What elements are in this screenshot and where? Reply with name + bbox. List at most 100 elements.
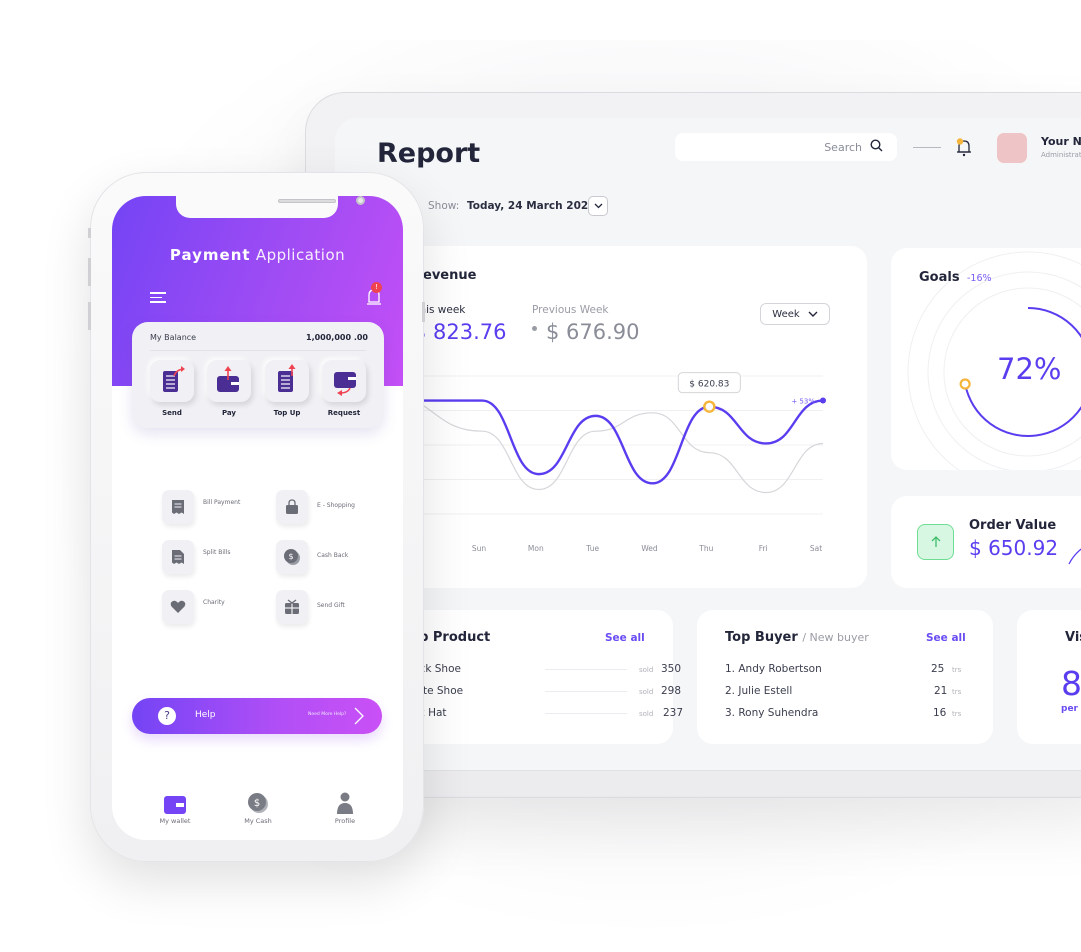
e-shopping-tile	[276, 490, 308, 524]
date-filter-dropdown[interactable]	[588, 196, 608, 216]
x-tick-label: Thu	[698, 544, 713, 553]
order-value-amount: $ 650.92	[969, 536, 1059, 560]
tab-my-wallet-label: My wallet	[159, 817, 191, 825]
bill-payment-tile	[162, 490, 194, 524]
arrow-up-icon	[917, 524, 954, 560]
send-label: Send	[162, 409, 182, 417]
request-label: Request	[327, 409, 361, 417]
visitors-value: 8	[1061, 664, 1081, 703]
svg-text:$: $	[288, 552, 293, 561]
buyer-unit: trs	[952, 666, 962, 674]
x-tick-label: Wed	[641, 544, 658, 553]
buyer-count: 21	[934, 685, 948, 697]
chevron-down-icon	[594, 203, 602, 209]
top-up-icon	[278, 364, 296, 392]
help-more-text: Need More Help?	[308, 712, 347, 717]
heart-icon	[170, 600, 186, 613]
user-name: Your Name	[1041, 135, 1081, 148]
tab-my-wallet[interactable]: My wallet	[145, 792, 205, 825]
charity-tile	[162, 590, 194, 624]
search-icon[interactable]	[870, 139, 883, 155]
split-bills-button[interactable]: Split Bills	[162, 540, 282, 576]
buyer-name: 3. Rony Suhendra	[725, 707, 819, 719]
app-title: Payment Application	[112, 246, 403, 264]
tooltip-label: $ 620.83	[689, 380, 729, 390]
dashboard-screen: Report Search Your Name Administrator Sh…	[335, 118, 1081, 770]
revenue-line-chart: + 53% $ 620.83 Sun Mon Tue Wed Thu Fri Sat	[384, 372, 826, 553]
previous-week-legend-dot	[532, 326, 537, 331]
highlight-point	[703, 400, 716, 413]
request-button[interactable]: Request	[322, 360, 366, 417]
send-gift-label: Send Gift	[317, 602, 345, 609]
top-up-button[interactable]: Top Up	[265, 360, 309, 417]
pay-button[interactable]: Pay	[207, 360, 251, 417]
e-shopping-button[interactable]: E - Shopping	[276, 490, 396, 526]
pay-tile	[207, 360, 251, 402]
svg-text:$: $	[254, 798, 260, 809]
bill-payment-button[interactable]: Bill Payment	[162, 490, 282, 526]
x-tick-label: Sat	[810, 544, 822, 553]
phone-speaker	[278, 199, 336, 203]
order-value-sparkline	[1068, 548, 1081, 565]
split-bill-icon	[172, 550, 184, 564]
phone-screen: Payment Application ! My Balance 1,000,0…	[112, 196, 403, 840]
phone-camera	[356, 196, 365, 205]
goals-title: Goals	[919, 270, 960, 285]
page-title: Report	[377, 138, 481, 169]
chevron-right-icon	[354, 707, 364, 725]
period-select[interactable]: Week	[760, 303, 830, 325]
top-buyer-see-all-link[interactable]: See all	[926, 632, 966, 644]
product-bar	[545, 691, 627, 692]
series-this-week-line	[385, 399, 824, 485]
charity-button[interactable]: Charity	[162, 590, 282, 626]
request-tile	[322, 360, 366, 402]
buyer-unit: trs	[952, 710, 962, 718]
top-product-see-all-link[interactable]: See all	[605, 632, 645, 644]
chevron-down-icon	[808, 311, 818, 317]
cash-back-button[interactable]: $ Cash Back	[276, 540, 396, 576]
search-input[interactable]: Search	[675, 133, 897, 161]
pay-label: Pay	[221, 409, 236, 417]
goals-card: Goals -16% 72%	[891, 248, 1081, 470]
tab-profile[interactable]: Profile	[315, 792, 375, 825]
question-icon: ?	[158, 707, 176, 725]
buyer-count: 25	[931, 663, 945, 675]
help-button[interactable]: ? Help Need More Help?	[132, 698, 382, 734]
request-icon	[334, 372, 356, 396]
product-sold-count: 350	[661, 663, 682, 675]
visitors-title: Visitors	[1065, 630, 1081, 645]
gift-icon	[285, 599, 299, 614]
menu-icon[interactable]	[150, 292, 166, 304]
x-tick-label: Fri	[759, 544, 768, 553]
x-tick-label: Mon	[528, 544, 544, 553]
buyer-name: 1. Andy Robertson	[725, 663, 822, 675]
balance-card: My Balance 1,000,000 .00 Send Pay Top Up…	[132, 322, 384, 428]
revenue-card: Revenue This week $ 823.76 Previous Week…	[375, 246, 867, 588]
receipt-icon	[172, 500, 184, 514]
tab-my-cash[interactable]: $ My Cash	[228, 792, 288, 825]
send-gift-tile	[276, 590, 308, 624]
notification-bell-icon[interactable]	[955, 138, 973, 158]
previous-week-value: $ 676.90	[546, 320, 640, 344]
date-filter-label: Show:	[428, 200, 460, 212]
e-shopping-label: E - Shopping	[317, 502, 355, 509]
goals-value: 72%	[997, 352, 1062, 386]
send-icon	[163, 366, 185, 392]
send-gift-button[interactable]: Send Gift	[276, 590, 396, 626]
period-select-value: Week	[772, 308, 800, 320]
x-tick-label: Sun	[472, 544, 487, 553]
user-role: Administrator	[1041, 151, 1081, 159]
top-buyer-title-text: Top Buyer	[725, 630, 798, 645]
app-title-bold: Payment	[169, 246, 251, 264]
x-tick-label: Tue	[585, 544, 599, 553]
product-bar	[545, 713, 627, 714]
order-value-title: Order Value	[969, 518, 1057, 533]
avatar[interactable]	[997, 133, 1027, 163]
send-button[interactable]: Send	[150, 360, 194, 417]
order-value-card: Order Value $ 650.92	[891, 496, 1081, 588]
top-buyer-title: Top Buyer / New buyer	[725, 630, 869, 645]
product-bar	[545, 669, 627, 670]
product-sold-count: 298	[661, 685, 682, 697]
send-tile	[150, 360, 194, 402]
this-week-value: $ 823.76	[413, 320, 507, 344]
